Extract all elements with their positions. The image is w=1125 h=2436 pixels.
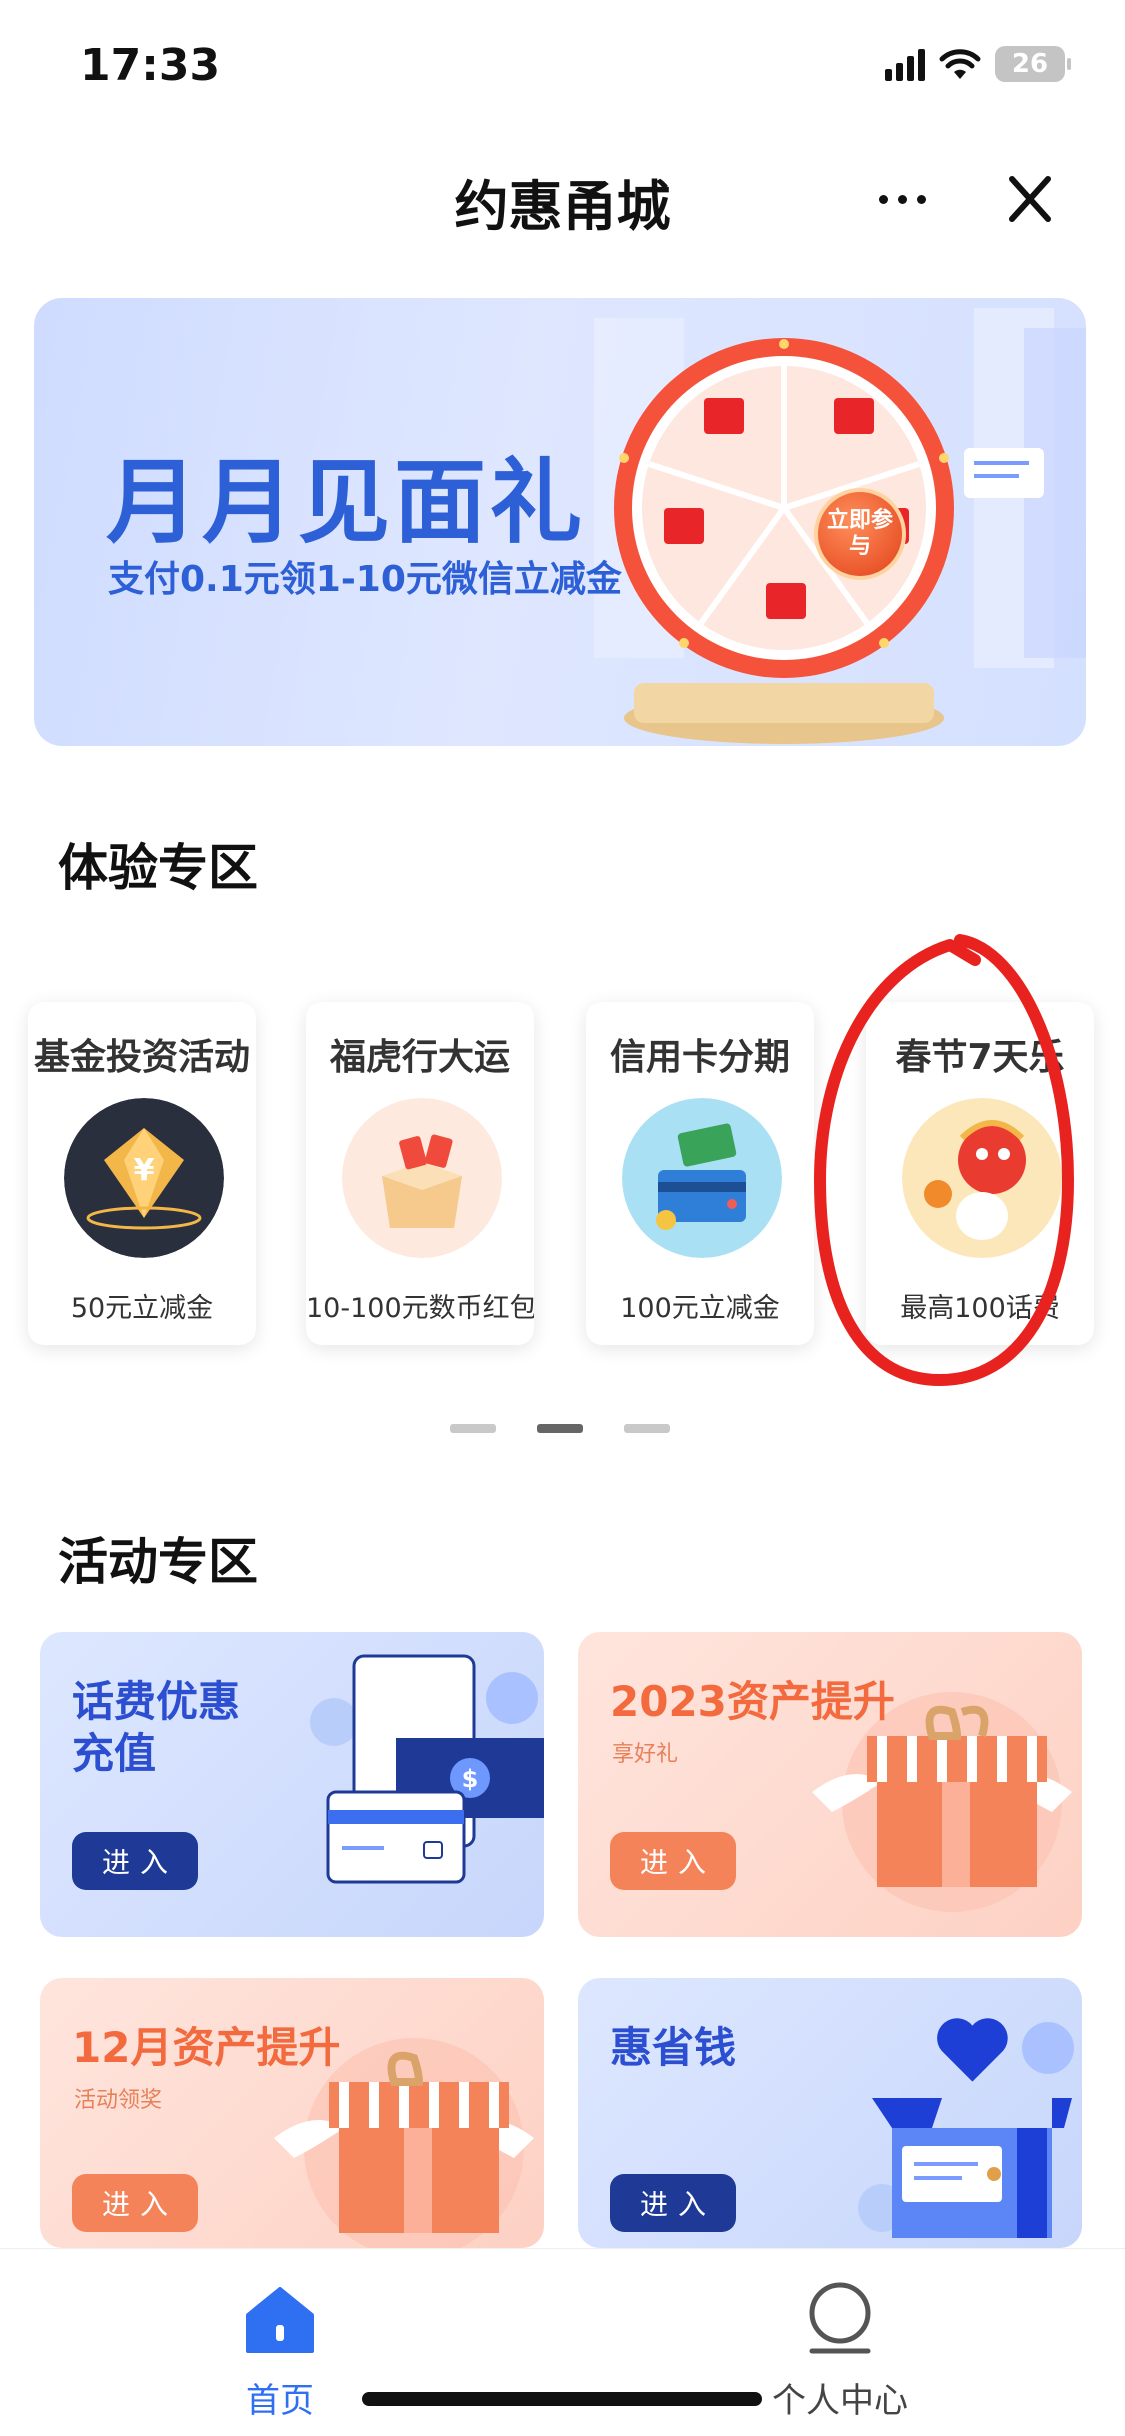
card-desc: 100元立减金 (620, 1293, 780, 1324)
home-icon (246, 2287, 314, 2353)
activity-title: 2023资产提升 (610, 1677, 895, 1726)
more-dot-icon (916, 194, 926, 204)
status-bar: 17:33 26 (0, 0, 1125, 140)
close-icon[interactable] (990, 164, 1070, 234)
lion-dance-icon (902, 1098, 1062, 1258)
more-dot-icon (897, 194, 907, 204)
status-icons: 26 (885, 46, 1071, 82)
pager-dot[interactable] (624, 1424, 670, 1433)
more-dot-icon (878, 194, 888, 204)
hero-title: 月月见面礼 (106, 449, 587, 556)
payment-card-illustration: $ (310, 1654, 544, 1884)
experience-card[interactable]: 基金投资活动 ¥ 50元立减金 (28, 1002, 256, 1345)
card-desc: 50元立减金 (70, 1293, 214, 1324)
pager-dot[interactable] (450, 1424, 496, 1433)
activity-title: 惠省钱 (610, 2023, 737, 2072)
experience-section-title: 体验专区 (58, 839, 258, 897)
wifi-icon (939, 49, 981, 79)
gift-box-wings-illustration (274, 2038, 534, 2248)
activity-title-line: 话费优惠 (72, 1677, 241, 1726)
title-bar: 约惠甬城 (0, 140, 1125, 260)
credit-card-money-icon (622, 1098, 782, 1258)
experience-card[interactable]: 信用卡分期 100元立减金 (586, 1002, 814, 1345)
hero-subtitle: 支付0.1元领1-10元微信立减金 (108, 559, 622, 600)
card-desc: 最高100话费 (900, 1293, 1060, 1324)
diamond-yuan-icon: ¥ (64, 1098, 224, 1258)
activity-card-dec-asset[interactable]: 12月资产提升 活动领奖 进入 (40, 1978, 544, 2248)
activity-card-2023-asset[interactable]: 2023资产提升 享好礼 进入 (578, 1632, 1082, 1937)
profile-icon (809, 2282, 871, 2354)
enter-button[interactable]: 进入 (610, 1832, 736, 1890)
activity-subtitle: 享好礼 (612, 1742, 679, 1767)
activity-section-title: 活动专区 (58, 1533, 258, 1591)
activity-subtitle: 活动领奖 (74, 2088, 163, 2113)
home-indicator (362, 2392, 762, 2406)
card-title: 信用卡分期 (609, 1037, 790, 1078)
more-button[interactable] (862, 164, 942, 234)
enter-button[interactable]: 进入 (72, 1832, 198, 1890)
join-now-button[interactable]: 立即参与 (814, 488, 906, 580)
status-time: 17:33 (80, 40, 221, 91)
page-title: 约惠甬城 (454, 175, 671, 238)
enter-button[interactable]: 进入 (72, 2174, 198, 2232)
activity-title: 话费优惠 充值 (72, 1676, 240, 1780)
hero-banner[interactable]: 月月见面礼 支付0.1元领1-10元微信立减金 立即参与 (34, 298, 1086, 746)
svg-text:¥: ¥ (134, 1153, 155, 1188)
activity-title: 12月资产提升 (72, 2023, 341, 2072)
pager-dot-active[interactable] (537, 1424, 583, 1433)
battery-icon: 26 (995, 46, 1071, 82)
activity-card-save-money[interactable]: 惠省钱 进入 (578, 1978, 1082, 2248)
bottom-tab-bar: 首页 个人中心 (0, 2248, 1125, 2436)
card-title: 福虎行大运 (329, 1037, 510, 1078)
gift-box-icon (342, 1098, 502, 1258)
card-desc: 10-100元数币红包 (306, 1293, 534, 1324)
experience-card[interactable]: 春节7天乐 最高100话费 (866, 1002, 1094, 1345)
card-title: 基金投资活动 (33, 1037, 250, 1078)
experience-card[interactable]: 福虎行大运 10-100元数币红包 (306, 1002, 534, 1345)
svg-text:$: $ (462, 1765, 479, 1793)
activity-title-line: 充值 (72, 1729, 157, 1778)
cellular-signal-icon (885, 47, 925, 81)
card-title: 春节7天乐 (895, 1037, 1065, 1078)
enter-button[interactable]: 进入 (610, 2174, 736, 2232)
activity-card-phone-topup[interactable]: $ 话费优惠 充值 进入 (40, 1632, 544, 1937)
heart-box-illustration (858, 2018, 1074, 2238)
